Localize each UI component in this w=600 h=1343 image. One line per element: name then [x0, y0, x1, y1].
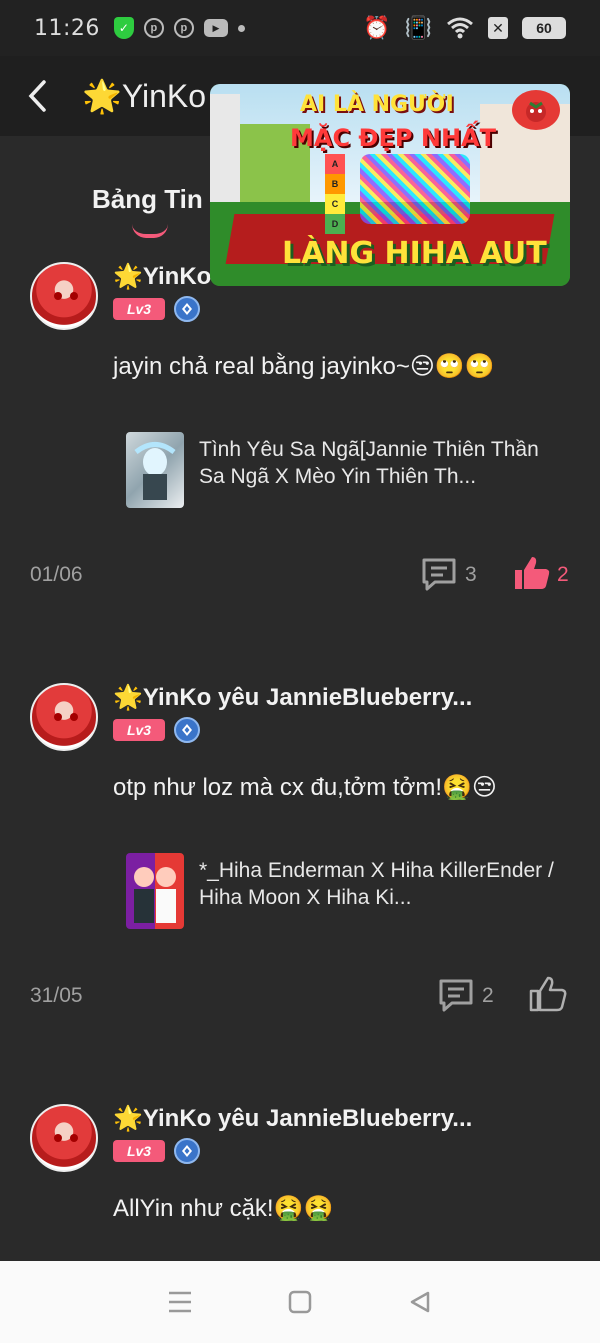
post-card[interactable]: 🌟YinKo yêu JannieBlueberry... Lv3 otp nh… [0, 667, 600, 1088]
tier-list: A B C D [325, 154, 345, 234]
battery-indicator: 60 [522, 17, 566, 39]
comment-icon[interactable] [421, 557, 457, 591]
avatar[interactable] [30, 1104, 98, 1172]
no-sim-icon: ✕ [488, 17, 508, 39]
linked-story-title: Tình Yêu Sa Ngã[Jannie Thiên Thần Sa Ngã… [199, 438, 539, 488]
avatar-eye [70, 1134, 78, 1142]
linked-story-card[interactable]: Tình Yêu Sa Ngã[Jannie Thiên Thần Sa Ngã… [126, 432, 556, 510]
video-scene-decoration [360, 154, 470, 224]
post-text: AllYin như cặk!🤮🤮 [113, 1195, 334, 1222]
tier-d: D [325, 214, 345, 234]
back-triangle-icon[interactable] [404, 1286, 436, 1318]
post-text: jayin chả real bằng jayinko~😒🙄🙄 [113, 353, 495, 380]
video-title-line3: LÀNG HIHA AUT [282, 236, 547, 271]
menu-icon[interactable] [164, 1286, 196, 1318]
pinterest-icon: p [143, 18, 164, 38]
author-name[interactable]: 🌟YinKo yêu JannieBlueberry... [113, 683, 472, 712]
notification-icons: ✓ p p ▶ [113, 17, 245, 39]
tier-b: B [325, 174, 345, 194]
battery-level: 60 [536, 20, 552, 36]
tab-news-feed[interactable]: Bảng Tin [92, 184, 203, 215]
vibrate-icon: 📳 [404, 15, 432, 40]
avatar-eye [70, 713, 78, 721]
thumbs-up-icon[interactable] [513, 555, 551, 591]
wifi-icon [447, 17, 473, 39]
tier-a: A [325, 154, 345, 174]
more-notifications-dot [237, 24, 245, 32]
home-icon[interactable] [284, 1286, 316, 1318]
avatar-eye [54, 292, 62, 300]
linked-story-title: *_Hiha Enderman X Hiha KillerEnder / Hih… [199, 859, 554, 909]
youtube-icon: ▶ [203, 19, 228, 37]
avatar-eye [54, 713, 62, 721]
video-scene-building [210, 94, 240, 204]
tab-indicator [132, 224, 168, 238]
video-title-line1: AI LÀ NGƯỜI [300, 92, 454, 117]
linked-story-thumbnail [126, 853, 184, 929]
post-date: 31/05 [30, 984, 83, 1007]
floating-video-player[interactable]: A B C D AI LÀ NGƯỜI MẶC ĐẸP NHẤT LÀNG HI… [210, 84, 570, 286]
tier-c: C [325, 194, 345, 214]
system-icons: ⏰ 📳 ✕ 60 [363, 17, 566, 39]
pinterest-icon: p [173, 18, 194, 38]
level-badge: Lv3 [113, 298, 165, 320]
status-bar: 11:26 ✓ p p ▶ ⏰ 📳 ✕ 60 [0, 0, 600, 56]
post-date: 01/06 [30, 563, 83, 586]
avatar-eye [70, 292, 78, 300]
post-card[interactable]: 🌟YinKo Lv3 jayin chả real bằng jayinko~😒… [0, 246, 600, 667]
tomato-logo-icon [512, 90, 560, 130]
verified-badge-icon [174, 296, 200, 322]
comment-count: 2 [482, 984, 494, 1007]
video-title-line2: MẶC ĐẸP NHẤT [290, 124, 496, 152]
comment-icon[interactable] [438, 978, 474, 1012]
linked-story-thumbnail [126, 432, 184, 508]
shield-icon: ✓ [113, 17, 134, 39]
avatar-eye [54, 1134, 62, 1142]
comment-count: 3 [465, 563, 477, 586]
post-text: otp như loz mà cx đu,tởm tởm!🤮😒 [113, 774, 497, 801]
clock: 11:26 [34, 15, 100, 41]
level-badge: Lv3 [113, 719, 165, 741]
level-badge: Lv3 [113, 1140, 165, 1162]
avatar[interactable] [30, 262, 98, 330]
like-count: 2 [557, 563, 569, 586]
author-name[interactable]: 🌟YinKo [113, 262, 211, 291]
chevron-left-icon[interactable] [26, 76, 54, 116]
verified-badge-icon [174, 1138, 200, 1164]
author-name[interactable]: 🌟YinKo yêu JannieBlueberry... [113, 1104, 472, 1133]
thumbs-up-icon[interactable] [529, 976, 567, 1012]
system-nav-bar [0, 1261, 600, 1343]
page-title: 🌟YinKo y [82, 78, 231, 114]
avatar[interactable] [30, 683, 98, 751]
linked-story-card[interactable]: *_Hiha Enderman X Hiha KillerEnder / Hih… [126, 853, 556, 931]
alarm-icon: ⏰ [363, 15, 391, 40]
post-feed: 🌟YinKo Lv3 jayin chả real bằng jayinko~😒… [0, 246, 600, 1343]
verified-badge-icon [174, 717, 200, 743]
